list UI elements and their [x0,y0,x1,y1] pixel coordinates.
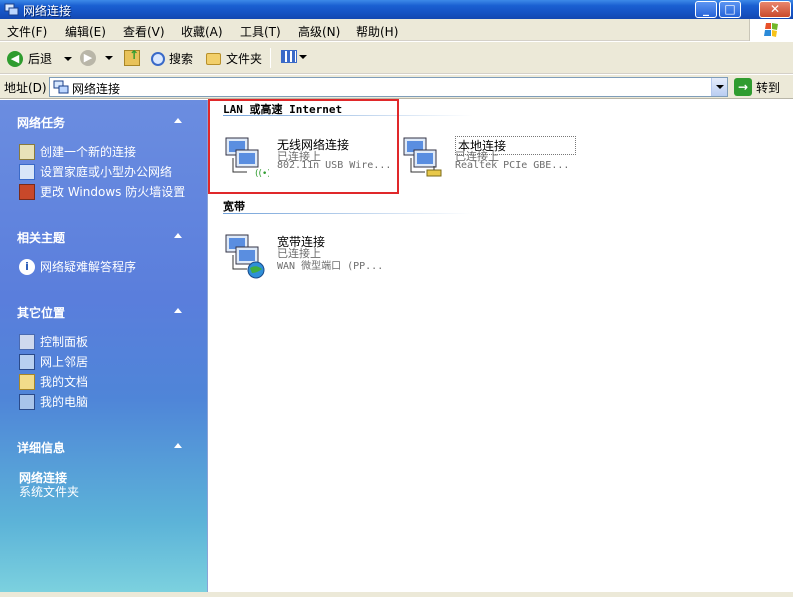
place-label: 控制面板 [40,335,89,349]
network-tasks-header[interactable]: 网络任务 [17,114,65,131]
place-my-computer[interactable]: 我的电脑 [19,393,88,410]
window-bottom-border [0,592,793,597]
connection-device: Realtek PCIe GBE... [455,160,570,171]
menu-view[interactable]: 查看(V) [123,23,165,40]
local-connection-item[interactable]: 本地连接 已连接上 Realtek PCIe GBE... [401,136,576,182]
collapse-icon[interactable] [174,443,182,448]
other-places-header[interactable]: 其它位置 [17,304,65,321]
highlight-annotation [208,99,399,194]
forward-button[interactable]: ▶ [80,50,113,66]
maximize-button[interactable]: □ [719,1,741,18]
toolbar: ◀ 后退 ▶ ↑ 搜索 文件夹 [0,42,793,74]
control-panel-icon [19,333,35,350]
address-label: 地址(D) [4,81,47,95]
search-label: 搜索 [169,52,194,66]
connection-device: WAN 微型端口 (PP... [277,261,384,272]
place-network-neighborhood[interactable]: 网上邻居 [19,353,88,370]
related-topics-header[interactable]: 相关主题 [17,229,65,246]
place-control-panel[interactable]: 控制面板 [19,333,88,350]
search-button[interactable]: 搜索 [151,50,193,67]
toolbar-separator [270,48,271,68]
address-bar: 地址(D) 网络连接 → 转到 [0,75,793,99]
menu-tools[interactable]: 工具(T) [240,23,281,40]
menu-edit[interactable]: 编辑(E) [65,23,106,40]
back-label: 后退 [28,52,53,66]
broadband-group-header: 宽带 [223,200,245,213]
task-label: 设置家庭或小型办公网络 [40,165,173,179]
go-label: 转到 [756,80,781,95]
home-network-icon [19,163,35,180]
place-label: 网上邻居 [40,355,89,369]
place-label: 我的文档 [40,375,89,389]
forward-dropdown-icon[interactable] [105,56,113,60]
folders-button[interactable]: 文件夹 [206,50,262,67]
views-icon [281,50,297,63]
go-button[interactable]: → 转到 [734,78,780,96]
menu-help[interactable]: 帮助(H) [356,23,398,40]
task-label: 更改 Windows 防火墙设置 [40,185,186,199]
chevron-down-icon [716,85,724,89]
collapse-icon[interactable] [174,233,182,238]
task-create-connection[interactable]: 创建一个新的连接 [19,143,136,160]
views-dropdown-icon[interactable] [299,54,307,59]
collapse-icon[interactable] [174,308,182,313]
window-title: 网络连接 [23,4,72,18]
close-button[interactable]: ✕ [759,1,791,18]
network-places-icon [19,353,35,370]
task-label: 网络疑难解答程序 [40,260,137,274]
details-header[interactable]: 详细信息 [17,439,65,456]
network-connections-icon [4,3,19,16]
address-value: 网络连接 [72,82,121,96]
broadband-network-icon [225,234,265,279]
title-bar: 网络连接 _ □ ✕ [0,0,793,19]
local-network-icon [403,137,442,177]
windows-logo [749,19,793,41]
info-icon: i [19,258,35,275]
details-type: 系统文件夹 [19,485,80,499]
search-icon [151,51,165,66]
folder-icon [206,52,221,65]
views-button[interactable] [281,50,307,63]
address-input[interactable]: 网络连接 [49,77,728,97]
menu-favorites[interactable]: 收藏(A) [181,23,223,40]
group-divider [223,213,473,214]
my-documents-icon [19,373,35,390]
task-home-network[interactable]: 设置家庭或小型办公网络 [19,163,172,180]
folders-label: 文件夹 [226,52,263,66]
broadband-connection-item[interactable]: 宽带连接 已连接上 WAN 微型端口 (PP... [223,233,393,279]
place-label: 我的电脑 [40,395,89,409]
place-my-documents[interactable]: 我的文档 [19,373,88,390]
collapse-icon[interactable] [174,118,182,123]
task-pane: 网络任务 创建一个新的连接 设置家庭或小型办公网络 更改 Windows 防火墙… [0,100,207,597]
task-troubleshooter[interactable]: i 网络疑难解答程序 [19,258,136,275]
task-label: 创建一个新的连接 [40,145,137,159]
back-button[interactable]: ◀ 后退 [7,50,73,67]
menu-advanced[interactable]: 高级(N) [298,23,340,40]
back-arrow-icon: ◀ [7,50,23,67]
firewall-icon [19,183,35,200]
menu-bar: 文件(F) 编辑(E) 查看(V) 收藏(A) 工具(T) 高级(N) 帮助(H… [0,19,793,41]
address-dropdown-button[interactable] [711,78,727,96]
menu-file[interactable]: 文件(F) [7,23,47,40]
minimize-button[interactable]: _ [695,1,717,18]
task-firewall[interactable]: 更改 Windows 防火墙设置 [19,183,185,200]
my-computer-icon [19,393,35,410]
new-connection-icon [19,143,35,160]
up-folder-button[interactable]: ↑ [124,48,140,66]
forward-arrow-icon: ▶ [80,50,96,66]
back-dropdown-icon[interactable] [64,56,73,61]
go-arrow-icon: → [734,78,752,96]
network-connections-icon [53,80,69,94]
up-folder-icon: ↑ [124,48,140,66]
